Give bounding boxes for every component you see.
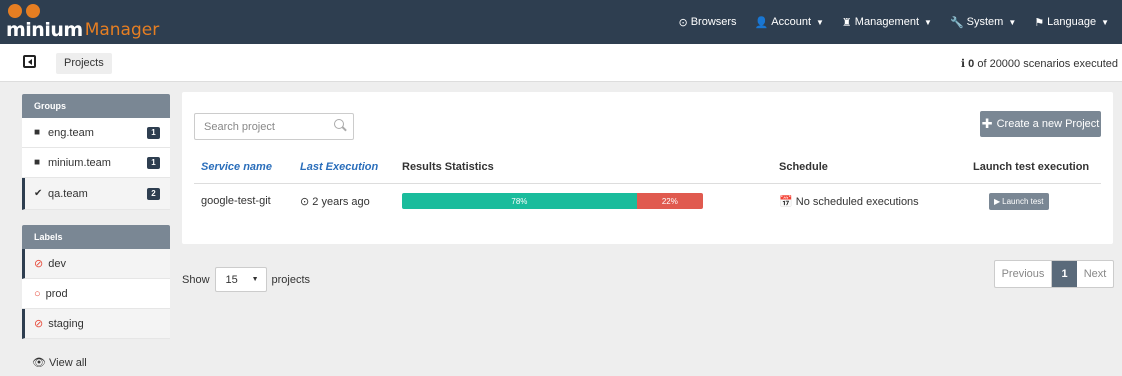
nav-account[interactable]: 👤 Account ▼ — [746, 0, 833, 44]
page-1-button[interactable]: 1 — [1052, 261, 1077, 287]
caret-down-icon: ▼ — [1008, 17, 1017, 27]
nav-management[interactable]: ♜ Management ▼ — [833, 0, 941, 44]
column-last-execution[interactable]: Last Execution — [300, 161, 378, 173]
caret-down-icon: ▼ — [816, 17, 824, 27]
eye-icon: 👁 — [32, 357, 46, 369]
create-project-label: Create a new Project — [996, 118, 1100, 130]
browsers-icon: ⊙ — [678, 16, 688, 29]
executed-text: of 20000 scenarios executed — [977, 58, 1118, 70]
group-count-badge: 1 — [147, 157, 160, 169]
group-count-badge: 2 — [147, 188, 160, 200]
caret-down-icon: ▼ — [924, 17, 932, 27]
column-schedule: Schedule — [779, 161, 828, 173]
view-all-label: View all — [49, 357, 87, 369]
search-icon — [334, 119, 344, 129]
check-icon: ✔ — [34, 188, 43, 199]
user-icon: 👤 — [754, 16, 769, 29]
top-navbar: minium Manager ⊙ Browsers 👤 Account ▼ ♜ … — [0, 0, 1122, 44]
label-text: staging — [48, 317, 84, 330]
column-results-statistics: Results Statistics — [402, 161, 494, 173]
passed-segment: 78% — [402, 193, 637, 209]
scenarios-executed-info: ℹ 0 of 20000 scenarios executed — [961, 57, 1118, 70]
nav-account-label: Account — [771, 16, 811, 28]
nav-browsers[interactable]: ⊙ Browsers — [669, 0, 745, 44]
table-divider — [194, 183, 1101, 184]
labels-header: Labels — [22, 225, 170, 249]
wrench-icon: 🔧 — [949, 16, 964, 29]
page-size-control: Show 15 ▼ projects — [182, 267, 310, 292]
brand-subname: Manager — [84, 20, 160, 40]
calendar-icon: 📅 — [779, 196, 793, 208]
view-all-link[interactable]: 👁 View all — [32, 356, 87, 369]
management-icon: ♜ — [841, 16, 852, 29]
nav-browsers-label: Browsers — [690, 16, 737, 28]
label-item-dev[interactable]: ⊘ dev — [22, 249, 170, 279]
nav-language[interactable]: ⚑ Language ▼ — [1025, 0, 1118, 44]
caret-down-icon: ▼ — [1101, 17, 1109, 27]
folder-icon: ■ — [34, 127, 41, 138]
toggle-sidebar-button[interactable] — [23, 55, 36, 68]
projects-label: projects — [271, 273, 311, 286]
circle-icon: ○ — [34, 287, 41, 300]
label-text: prod — [45, 287, 68, 300]
launch-test-button[interactable]: ▶ Launch test — [989, 193, 1049, 210]
launch-test-label: Launch test — [1002, 197, 1044, 206]
plus-icon: ✚ — [981, 116, 993, 131]
group-item-eng-team[interactable]: ■ eng.team 1 — [22, 118, 170, 148]
check-circle-icon: ⊘ — [34, 258, 44, 270]
brand-name: minium — [6, 19, 83, 41]
service-name-link[interactable]: google-test-git — [201, 195, 271, 207]
page-size-value: 15 — [225, 273, 238, 286]
pagination: Previous 1 Next — [994, 260, 1114, 288]
last-execution-text: 2 years ago — [312, 196, 370, 208]
page-size-select[interactable]: 15 ▼ — [214, 267, 267, 292]
label-item-staging[interactable]: ⊘ staging — [22, 309, 170, 339]
results-progress-bar: 78% 22% — [402, 193, 703, 209]
search-project-input[interactable] — [194, 113, 354, 140]
previous-page-button[interactable]: Previous — [995, 261, 1052, 287]
clock-icon: ⊙ — [300, 196, 310, 208]
projects-card: ✚ Create a new Project Service name Last… — [182, 92, 1113, 244]
folder-icon: ■ — [34, 157, 41, 168]
group-label: minium.team — [48, 156, 111, 169]
nav-language-label: Language — [1047, 16, 1097, 28]
schedule-cell: 📅 No scheduled executions — [779, 195, 919, 208]
caret-down-icon: ▼ — [251, 276, 259, 283]
groups-header: Groups — [22, 94, 170, 118]
schedule-text: No scheduled executions — [795, 196, 919, 208]
label-item-prod[interactable]: ○ prod — [22, 279, 170, 309]
group-label: eng.team — [48, 126, 94, 139]
nav-system-label: System — [966, 16, 1004, 28]
breadcrumb-projects[interactable]: Projects — [56, 53, 112, 74]
flag-icon: ⚑ — [1034, 16, 1045, 29]
check-circle-icon: ⊘ — [34, 318, 44, 330]
group-count-badge: 1 — [147, 127, 160, 139]
next-page-button[interactable]: Next — [1077, 261, 1113, 287]
show-label: Show — [182, 273, 210, 286]
logo-dots — [8, 4, 42, 18]
play-icon: ▶ — [994, 197, 1001, 206]
nav-management-label: Management — [854, 16, 920, 28]
group-item-minium-team[interactable]: ■ minium.team 1 — [22, 148, 170, 178]
info-icon: ℹ — [960, 58, 966, 70]
label-text: dev — [48, 257, 66, 270]
sub-header: Projects ℹ 0 of 20000 scenarios executed — [0, 44, 1122, 82]
group-label: qa.team — [48, 187, 88, 200]
failed-segment: 22% — [636, 193, 703, 209]
executed-count: 0 — [968, 58, 975, 70]
create-project-button[interactable]: ✚ Create a new Project — [980, 111, 1101, 137]
nav-system[interactable]: 🔧 System ▼ — [941, 0, 1025, 44]
column-launch-test-execution: Launch test execution — [973, 161, 1090, 173]
last-execution-cell: ⊙ 2 years ago — [300, 195, 370, 208]
group-item-qa-team[interactable]: ✔ qa.team 2 — [22, 178, 170, 210]
column-service-name[interactable]: Service name — [201, 161, 272, 173]
brand-logo[interactable]: minium Manager — [6, 4, 160, 41]
